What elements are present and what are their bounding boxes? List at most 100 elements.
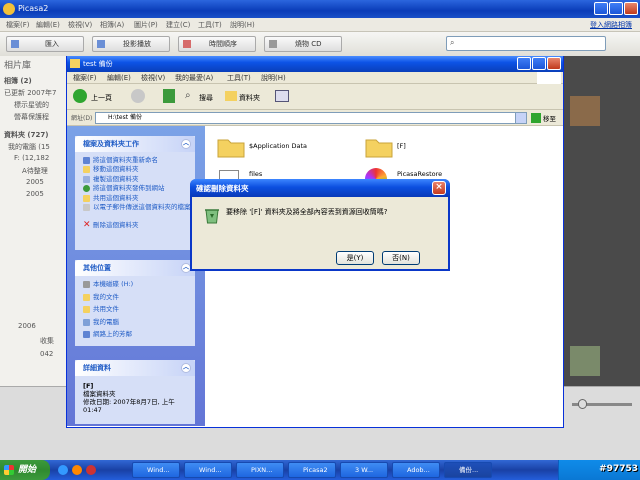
place-network[interactable]: 網路上的芳鄰 xyxy=(75,330,195,343)
ie-icon[interactable] xyxy=(58,465,68,475)
library-item-screensaver[interactable]: 營幕保護程 xyxy=(14,112,49,122)
task-delete[interactable]: ✕ 刪除這個資料夾 xyxy=(75,219,195,230)
maximize-button[interactable] xyxy=(609,2,623,15)
file-item-f[interactable]: [F] xyxy=(397,142,406,150)
minimize-button[interactable] xyxy=(594,2,608,15)
task-email[interactable]: 以電子郵件傳送這個資料夾的檔案 xyxy=(75,203,193,221)
menu-file[interactable]: 檔案(F) xyxy=(6,20,30,30)
taskbar: 開始 Wind... Wind... PIXN... Picasa2 3 W..… xyxy=(0,460,640,480)
collapse-icon[interactable]: ︿ xyxy=(181,139,191,149)
library-item-starred[interactable]: 標示星號的 xyxy=(14,100,49,110)
burn-cd-button[interactable]: 燒物 CD xyxy=(264,36,342,52)
menu-album[interactable]: 相簿(A) xyxy=(100,20,124,30)
photo-thumbnail[interactable] xyxy=(570,346,600,376)
folder-2005-a[interactable]: 2005 xyxy=(26,178,44,186)
forward-arrow-icon[interactable] xyxy=(131,89,145,103)
menu-file[interactable]: 檔案(F) xyxy=(73,73,97,83)
folders-button[interactable]: 資料夾 xyxy=(239,93,260,103)
details-header[interactable]: 詳細資料 ︿ xyxy=(75,360,195,376)
address-input[interactable]: H:\test 備份 xyxy=(95,112,527,124)
file-tasks-header[interactable]: 檔案及資料夾工作 ︿ xyxy=(75,136,195,152)
menu-create[interactable]: 建立(C) xyxy=(166,20,190,30)
dialog-titlebar: 確認刪除資料夾 × xyxy=(190,179,450,197)
up-folder-icon[interactable] xyxy=(163,89,175,103)
place-local-disk[interactable]: 本機磁碟 (H:) xyxy=(75,280,195,293)
start-button[interactable]: 開始 xyxy=(0,460,50,480)
signin-link[interactable]: 登入網路相簿 xyxy=(590,20,632,30)
taskbar-item-picasa[interactable]: Picasa2 xyxy=(288,462,336,478)
library-title: 相片庫 xyxy=(4,61,32,71)
menu-favorites[interactable]: 我的最愛(A) xyxy=(175,73,213,83)
folder-icon[interactable] xyxy=(365,136,393,158)
picasa-app-icon xyxy=(3,3,15,15)
recycle-bin-icon xyxy=(202,205,222,225)
file-item-app-data[interactable]: $Application Data xyxy=(249,142,307,150)
delete-x-icon: ✕ xyxy=(83,219,91,230)
picasa-search-input[interactable]: ⌕ xyxy=(446,36,606,51)
back-arrow-icon[interactable] xyxy=(73,89,87,103)
folders-section[interactable]: 資料夾 (727) xyxy=(4,130,48,140)
import-button[interactable]: 匯入 xyxy=(6,36,84,52)
task-pane: 檔案及資料夾工作 ︿ 將這個資料夾重新命名 移動這個資料夾 複製這個資料夾 將這個… xyxy=(67,126,205,426)
task-rename[interactable]: 將這個資料夾重新命名 xyxy=(75,156,195,165)
menu-help[interactable]: 說明(H) xyxy=(261,73,286,83)
drive-f-item[interactable]: F: (12,182 xyxy=(14,154,49,162)
task-move[interactable]: 移動這個資料夾 xyxy=(75,165,195,174)
file-item-files[interactable]: files xyxy=(249,170,262,178)
task-copy[interactable]: 複製這個資料夾 xyxy=(75,175,195,184)
my-computer-item[interactable]: 我的電腦 (15 xyxy=(8,142,50,152)
folder-2006[interactable]: 2006 xyxy=(18,322,36,330)
library-panel: 相片庫 相簿 (2) 已更新 2007年7 標示星號的 營幕保護程 資料夾 (7… xyxy=(0,56,70,386)
folder-icon[interactable] xyxy=(217,136,245,158)
explorer-minimize-button[interactable] xyxy=(517,57,531,70)
yes-button[interactable]: 是(Y) xyxy=(336,251,374,265)
timeline-button[interactable]: 時間順序 xyxy=(178,36,256,52)
menu-view[interactable]: 檢視(V) xyxy=(68,20,92,30)
albums-section[interactable]: 相簿 (2) xyxy=(4,76,32,86)
a-folder-item[interactable]: A待整理 xyxy=(22,166,48,176)
back-button[interactable]: 上一頁 xyxy=(91,93,112,103)
menu-tools[interactable]: 工具(T) xyxy=(227,73,251,83)
menu-picture[interactable]: 圖片(P) xyxy=(134,20,158,30)
dialog-close-button[interactable]: × xyxy=(432,181,446,195)
search-button[interactable]: 搜尋 xyxy=(199,93,213,103)
folder-collect[interactable]: 收集 xyxy=(40,336,54,346)
taskbar-item-window1[interactable]: Wind... xyxy=(132,462,180,478)
menu-tools[interactable]: 工具(T) xyxy=(198,20,222,30)
collapse-icon[interactable]: ︿ xyxy=(181,363,191,373)
taskbar-item-pixnet[interactable]: PIXN... xyxy=(236,462,284,478)
firefox-icon[interactable] xyxy=(72,465,82,475)
other-places-header[interactable]: 其他位置 ︿ xyxy=(75,260,195,276)
go-button[interactable]: 移至 xyxy=(543,113,556,123)
explorer-menubar: 檔案(F) 編輯(E) 檢視(V) 我的最愛(A) 工具(T) 說明(H) xyxy=(67,72,563,84)
taskbar-item-backup[interactable]: 備份... xyxy=(444,462,492,478)
slideshow-button[interactable]: 投影播放 xyxy=(92,36,170,52)
place-my-documents[interactable]: 我的文件 xyxy=(75,293,195,306)
task-publish[interactable]: 將這個資料夾發佈到網站 xyxy=(75,184,195,193)
views-icon[interactable] xyxy=(275,90,289,102)
explorer-maximize-button[interactable] xyxy=(532,57,546,70)
taskbar-item-window2[interactable]: Wind... xyxy=(184,462,232,478)
zoom-slider-handle[interactable] xyxy=(578,399,587,409)
go-icon[interactable] xyxy=(531,113,541,123)
address-dropdown-icon[interactable] xyxy=(515,112,527,124)
details-date: 修改日期: 2007年8月7日, 上午 01:47 xyxy=(83,398,175,414)
menu-edit[interactable]: 編輯(E) xyxy=(107,73,131,83)
taskbar-item-adobe[interactable]: Adob... xyxy=(392,462,440,478)
menu-help[interactable]: 說明(H) xyxy=(230,20,255,30)
quicklaunch-icon[interactable] xyxy=(86,465,96,475)
taskbar-item-explorer-group[interactable]: 3 W... xyxy=(340,462,388,478)
no-button[interactable]: 否(N) xyxy=(382,251,420,265)
menu-view[interactable]: 檢視(V) xyxy=(141,73,165,83)
place-shared-documents[interactable]: 共用文件 xyxy=(75,305,195,318)
task-share[interactable]: 共用這個資料夾 xyxy=(75,194,195,203)
place-my-computer[interactable]: 我的電腦 xyxy=(75,318,195,331)
folder-042[interactable]: 042 xyxy=(40,350,53,358)
explorer-close-button[interactable] xyxy=(547,57,561,70)
details-name: [F] xyxy=(83,382,94,390)
close-button[interactable] xyxy=(624,2,638,15)
menu-edit[interactable]: 編輯(E) xyxy=(36,20,60,30)
file-item-picasa-restore[interactable]: PicasaRestore xyxy=(397,170,442,178)
folder-2005-b[interactable]: 2005 xyxy=(26,190,44,198)
photo-thumbnail[interactable] xyxy=(570,96,600,126)
